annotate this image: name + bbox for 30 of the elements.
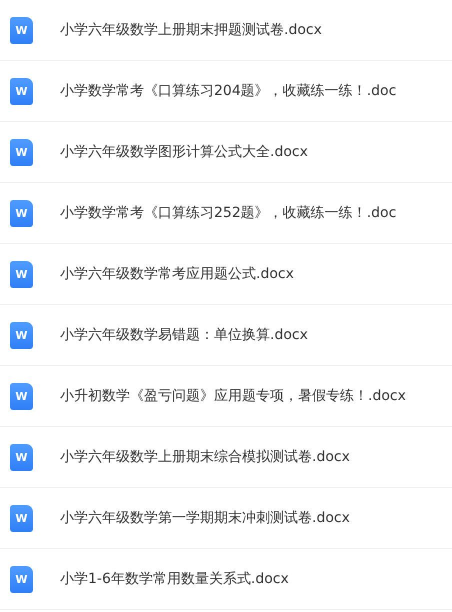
- file-name: 小学六年级数学常考应用题公式.docx: [60, 265, 294, 283]
- file-row[interactable]: W 小学六年级数学上册期末押题测试卷.docx: [0, 0, 452, 61]
- word-document-icon: W: [10, 444, 33, 470]
- word-document-icon: W: [10, 566, 33, 592]
- word-document-icon: W: [10, 16, 33, 44]
- file-row[interactable]: W 小学六年级数学第一学期期末冲刺测试卷.docx: [0, 488, 452, 549]
- word-document-icon: W: [10, 260, 33, 288]
- word-document-icon: W: [10, 78, 33, 104]
- file-row[interactable]: W 小学数学常考《口算练习204题》，收藏练一练！.doc: [0, 61, 452, 122]
- word-document-icon: W: [10, 322, 33, 348]
- file-name: 小升初数学《盈亏问题》应用题专项，暑假专练！.docx: [60, 387, 406, 405]
- file-name: 小学六年级数学第一学期期末冲刺测试卷.docx: [60, 509, 350, 527]
- word-document-icon: W: [10, 200, 33, 226]
- file-name: 小学六年级数学上册期末押题测试卷.docx: [60, 21, 322, 39]
- file-name: 小学六年级数学上册期末综合模拟测试卷.docx: [60, 448, 350, 466]
- word-document-icon: W: [10, 138, 33, 166]
- file-row[interactable]: W 小升初数学《盈亏问题》应用题专项，暑假专练！.docx: [0, 366, 452, 427]
- file-row[interactable]: W 小学六年级数学图形计算公式大全.docx: [0, 122, 452, 183]
- word-document-icon: W: [10, 382, 33, 410]
- file-row[interactable]: W 小学数学常考《口算练习252题》，收藏练一练！.doc: [0, 183, 452, 244]
- file-row[interactable]: W 小学六年级数学易错题：单位换算.docx: [0, 305, 452, 366]
- file-name: 小学1-6年数学常用数量关系式.docx: [60, 570, 289, 588]
- file-row[interactable]: W 小学六年级数学上册期末综合模拟测试卷.docx: [0, 427, 452, 488]
- file-name: 小学数学常考《口算练习204题》，收藏练一练！.doc: [60, 82, 396, 100]
- word-document-icon: W: [10, 504, 33, 532]
- file-row[interactable]: W 小学六年级数学常考应用题公式.docx: [0, 244, 452, 305]
- file-name: 小学数学常考《口算练习252题》，收藏练一练！.doc: [60, 204, 396, 222]
- file-row[interactable]: W 小学1-6年数学常用数量关系式.docx: [0, 549, 452, 610]
- file-name: 小学六年级数学易错题：单位换算.docx: [60, 326, 308, 344]
- file-name: 小学六年级数学图形计算公式大全.docx: [60, 143, 308, 161]
